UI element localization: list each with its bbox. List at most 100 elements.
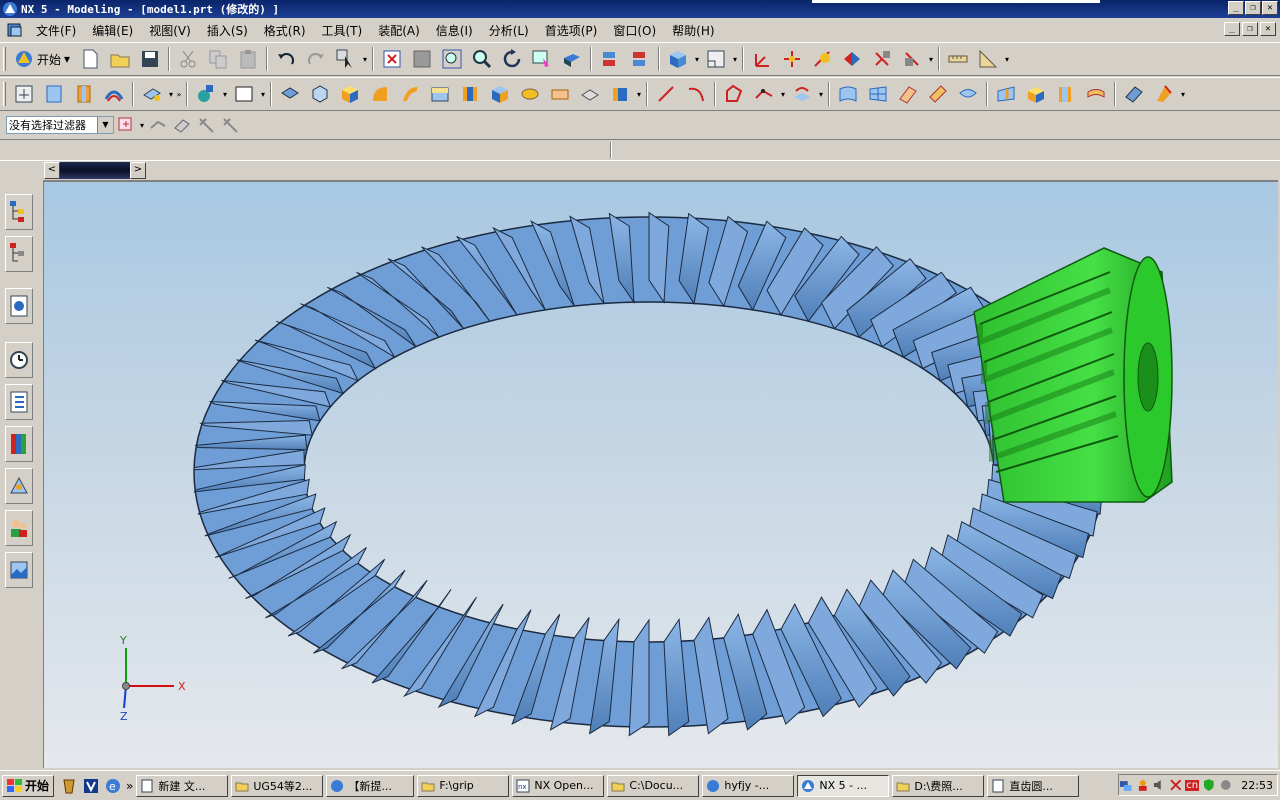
render-style-button[interactable] [663,45,693,73]
clock[interactable]: 22:53 [1241,779,1273,792]
toolbar-grip[interactable] [3,82,6,106]
close-button[interactable]: ✕ [1262,1,1278,15]
measure-angle-button[interactable] [973,45,1003,73]
section-button[interactable] [625,45,655,73]
menu-edit[interactable]: 编辑(E) [84,22,141,39]
shape-button[interactable] [191,80,221,108]
taskbar-button-3[interactable]: 【新提... [326,774,415,797]
paste-button[interactable] [233,45,263,73]
datum-plane-button[interactable] [39,80,69,108]
cone-button[interactable] [305,80,335,108]
fit-button[interactable] [377,45,407,73]
edge-blend-button[interactable] [335,80,365,108]
selection-scope-button[interactable] [114,111,138,139]
taskbar-button-7[interactable]: hyfjy -... [702,774,795,797]
select-filter-button[interactable] [331,45,361,73]
system-visualization-button[interactable] [5,552,33,588]
document-menu-icon[interactable] [6,22,24,38]
menu-information[interactable]: 信息(I) [428,22,481,39]
pad-button[interactable] [515,80,545,108]
start-menu-button[interactable]: 开始 ▾ [9,45,75,73]
quick-launch-app-icon[interactable] [60,777,78,795]
menu-insert[interactable]: 插入(S) [199,22,256,39]
menu-help[interactable]: 帮助(H) [664,22,722,39]
dropdown-icon[interactable]: ▾ [167,90,175,99]
minimize-button[interactable]: _ [1228,1,1244,15]
user-icon[interactable] [1136,778,1150,792]
menu-window[interactable]: 窗口(O) [605,22,664,39]
dropdown-icon[interactable]: ▾ [635,90,643,99]
profile-button[interactable] [719,80,749,108]
draft-button[interactable] [1149,80,1179,108]
wcs-display-button[interactable] [867,45,897,73]
project-curve-button[interactable] [787,80,817,108]
graphics-window[interactable]: X Y Z [44,180,1278,768]
n-sided-button[interactable] [923,80,953,108]
dropdown-icon[interactable]: ▾ [138,121,146,130]
tab-model[interactable] [60,162,130,179]
taskbar-button-8[interactable]: NX 5 - ... [797,774,890,797]
type-filter-select[interactable]: 没有选择过滤器 ▼ [6,116,114,134]
thread-button[interactable] [605,80,635,108]
boss-button[interactable] [455,80,485,108]
wcs-origin-button[interactable] [837,45,867,73]
speaker-icon[interactable] [1152,778,1166,792]
menu-analysis[interactable]: 分析(L) [481,22,537,39]
dropdown-icon[interactable]: ▾ [817,90,825,99]
groove-button[interactable] [575,80,605,108]
dropdown-icon[interactable]: ▾ [927,55,935,64]
pinion-gear-body[interactable] [973,247,1173,503]
view-layout-button[interactable] [701,45,731,73]
taskbar-button-2[interactable]: UG54等2... [231,774,324,797]
measure-distance-button[interactable] [943,45,973,73]
menu-preferences[interactable]: 首选项(P) [537,22,606,39]
through-mesh-button[interactable] [863,80,893,108]
dropdown-icon[interactable]: ▾ [361,55,369,64]
toolbar-grip[interactable] [3,47,6,71]
taskbar-button-5[interactable]: nx NX Open... [512,774,605,797]
tab-scroll-right-button[interactable]: > [130,162,146,179]
menu-file[interactable]: 文件(F) [28,22,84,39]
thicken-button[interactable] [1021,80,1051,108]
rotate-button[interactable] [497,45,527,73]
tab-scroll-left-button[interactable]: < [44,162,60,179]
assembly-navigator-button[interactable] [5,194,33,230]
doc-close-button[interactable]: ✕ [1260,22,1276,36]
palette-button[interactable] [5,426,33,462]
ring-gear-body[interactable] [193,211,1105,737]
dropdown-icon[interactable]: ▾ [1179,90,1187,99]
rectangle-button[interactable] [229,80,259,108]
taskbar-button-1[interactable]: 新建 文... [136,774,229,797]
dropdown-icon[interactable]: ▾ [1003,55,1011,64]
network-icon[interactable] [1119,778,1133,792]
dropdown-icon[interactable]: ▾ [221,90,229,99]
open-button[interactable] [105,45,135,73]
windows-start-button[interactable]: 开始 [2,774,55,797]
swept-button[interactable] [893,80,923,108]
dropdown-icon[interactable]: ▾ [693,55,701,64]
part-navigator-button[interactable] [5,236,33,272]
zoom-in-out-button[interactable] [467,45,497,73]
history-button[interactable] [5,342,33,378]
wcs-orient-button[interactable] [777,45,807,73]
dropdown-icon[interactable]: ▾ [259,90,267,99]
trim-body-button[interactable] [991,80,1021,108]
quick-launch-nx-icon[interactable] [82,777,100,795]
save-button[interactable] [135,45,165,73]
shield-icon[interactable] [1202,778,1216,792]
menu-tools[interactable]: 工具(T) [314,22,371,39]
antivirus-icon[interactable] [1219,778,1233,792]
copy-button[interactable] [203,45,233,73]
snap-point-button[interactable] [146,111,170,139]
arc-button[interactable] [681,80,711,108]
ime-indicator[interactable]: cn [1185,779,1200,791]
wcs-rotate-button[interactable] [807,45,837,73]
zoom-window-button[interactable] [407,45,437,73]
quick-pick-button[interactable] [170,111,194,139]
unite-button[interactable] [1119,80,1149,108]
menu-assembly[interactable]: 装配(A) [370,22,428,39]
wcs-button[interactable] [747,45,777,73]
roles-button[interactable] [5,510,33,546]
extrude-button[interactable] [69,80,99,108]
cut-button[interactable] [173,45,203,73]
